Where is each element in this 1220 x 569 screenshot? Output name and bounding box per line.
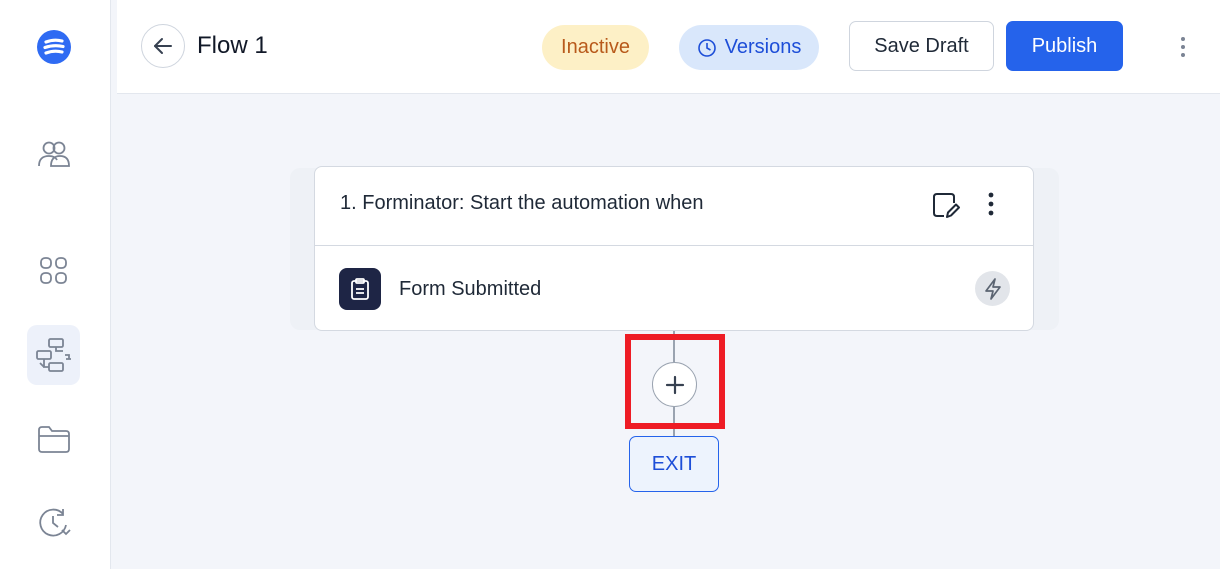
more-options-button[interactable] bbox=[1172, 30, 1194, 64]
versions-button[interactable]: Versions bbox=[679, 25, 819, 70]
trigger-event-label: Form Submitted bbox=[399, 278, 542, 300]
save-draft-button[interactable]: Save Draft bbox=[849, 21, 994, 71]
edit-trigger-button[interactable] bbox=[931, 191, 961, 221]
sidebar-item-history[interactable] bbox=[27, 493, 80, 553]
trigger-card-header: 1. Forminator: Start the automation when bbox=[315, 167, 1033, 246]
flow-icon bbox=[35, 338, 71, 372]
plus-icon bbox=[665, 375, 684, 394]
publish-label: Publish bbox=[1031, 34, 1098, 57]
status-badge[interactable]: Inactive bbox=[542, 25, 649, 70]
sidebar-item-files[interactable] bbox=[27, 409, 80, 469]
save-draft-label: Save Draft bbox=[874, 34, 969, 57]
kebab-menu-icon bbox=[988, 192, 994, 216]
kebab-menu-icon bbox=[1181, 37, 1185, 57]
arrow-left-icon bbox=[154, 38, 172, 54]
folder-icon bbox=[37, 426, 70, 453]
grid-icon bbox=[39, 257, 67, 284]
publish-button[interactable]: Publish bbox=[1006, 21, 1123, 71]
add-step-button[interactable] bbox=[652, 362, 697, 407]
exit-label: EXIT bbox=[651, 452, 697, 475]
trigger-options-button[interactable] bbox=[981, 189, 1001, 219]
versions-label: Versions bbox=[724, 36, 802, 58]
clipboard-icon bbox=[339, 268, 381, 310]
trigger-title: 1. Forminator: Start the automation when bbox=[340, 192, 704, 214]
sidebar-item-apps[interactable] bbox=[27, 241, 80, 301]
app-logo-icon[interactable] bbox=[37, 30, 71, 64]
status-label: Inactive bbox=[561, 36, 630, 58]
page-title: Flow 1 bbox=[197, 32, 268, 59]
trigger-card-body: Form Submitted bbox=[315, 247, 1033, 331]
clock-icon bbox=[697, 38, 716, 57]
header: Flow 1 Inactive Versions Save Draft Publ… bbox=[117, 0, 1220, 94]
users-icon bbox=[37, 141, 70, 167]
back-button[interactable] bbox=[141, 24, 185, 68]
trigger-card[interactable]: 1. Forminator: Start the automation when… bbox=[314, 166, 1034, 331]
sidebar bbox=[0, 0, 111, 569]
edit-icon bbox=[933, 193, 960, 218]
exit-node: EXIT bbox=[629, 436, 719, 492]
sidebar-item-contacts[interactable] bbox=[27, 124, 80, 184]
history-icon bbox=[38, 508, 71, 537]
sidebar-item-automations[interactable] bbox=[27, 325, 80, 385]
lightning-icon bbox=[975, 271, 1010, 306]
